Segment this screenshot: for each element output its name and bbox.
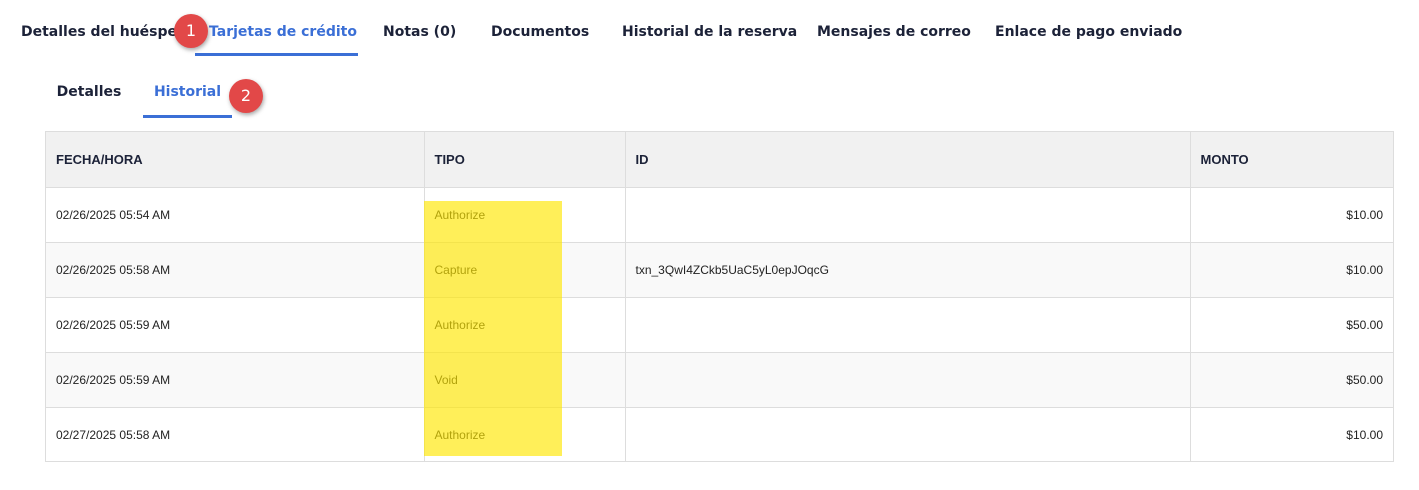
table-row: 02/26/2025 05:59 AM Void $50.00 — [46, 352, 1393, 408]
cell-type: Void — [424, 352, 626, 408]
cell-type: Capture — [424, 242, 626, 298]
tab-label: Tarjetas de crédito — [209, 24, 357, 40]
subtab-details[interactable]: Detalles — [45, 78, 133, 118]
table-row: 02/26/2025 05:59 AM Authorize $50.00 — [46, 297, 1393, 353]
cell-date: 02/26/2025 05:54 AM — [46, 187, 425, 243]
tab-label: Detalles del huésped — [21, 24, 188, 40]
cell-type: Authorize — [424, 407, 626, 461]
tab-notes[interactable]: Notas (0) — [383, 16, 456, 56]
cell-id: txn_3QwI4ZCkb5UaC5yL0epJOqcG — [625, 242, 1191, 298]
tab-label: Enlace de pago enviado — [995, 24, 1183, 40]
tab-documents[interactable]: Documentos — [491, 16, 589, 56]
cell-type: Authorize — [424, 297, 626, 353]
cell-date: 02/26/2025 05:59 AM — [46, 297, 425, 353]
tab-guest-details[interactable]: Detalles del huésped — [21, 16, 187, 56]
cell-amount: $10.00 — [1190, 242, 1393, 298]
column-header-amount[interactable]: MONTO — [1190, 132, 1393, 188]
cell-id — [625, 297, 1191, 353]
cell-date: 02/26/2025 05:58 AM — [46, 242, 425, 298]
column-header-date[interactable]: FECHA/HORA — [46, 132, 425, 188]
tab-label: Historial de la reserva — [622, 24, 798, 40]
step-callout-1: 1 — [174, 14, 208, 48]
table-row: 02/26/2025 05:54 AM Authorize $10.00 — [46, 187, 1393, 243]
active-tab-underline — [195, 53, 358, 56]
step-callout-2: 2 — [229, 79, 263, 113]
transaction-history-table: FECHA/HORA TIPO ID MONTO 02/26/2025 05:5… — [45, 131, 1394, 462]
table-row: 02/26/2025 05:58 AM Capture txn_3QwI4ZCk… — [46, 242, 1393, 298]
cell-date: 02/26/2025 05:59 AM — [46, 352, 425, 408]
tab-label: Documentos — [491, 24, 590, 40]
table-row: 02/27/2025 05:58 AM Authorize $10.00 — [46, 407, 1393, 461]
cell-id — [625, 407, 1191, 461]
cell-amount: $10.00 — [1346, 428, 1383, 442]
cell-date: 02/27/2025 05:58 AM — [46, 407, 425, 461]
subtab-history[interactable]: Historial — [143, 78, 232, 118]
active-subtab-underline — [143, 115, 232, 118]
column-header-type[interactable]: TIPO — [424, 132, 626, 188]
main-tab-bar: Detalles del huésped Tarjetas de crédito… — [0, 0, 1419, 60]
cell-amount: $50.00 — [1190, 297, 1393, 353]
tab-email-messages[interactable]: Mensajes de correo — [817, 16, 971, 56]
table-header-row: FECHA/HORA TIPO ID MONTO — [46, 132, 1393, 188]
cell-type: Authorize — [424, 187, 626, 243]
tab-label: Mensajes de correo — [817, 24, 971, 40]
cell-amount: $50.00 — [1190, 352, 1393, 408]
cell-id — [625, 187, 1191, 243]
subtab-label: Detalles — [56, 84, 122, 100]
tab-label: Notas (0) — [383, 24, 457, 40]
cell-id — [625, 352, 1191, 408]
subtab-label: Historial — [153, 84, 222, 100]
tab-credit-cards[interactable]: Tarjetas de crédito — [195, 16, 358, 56]
cell-amount: $10.00 — [1190, 187, 1393, 243]
tab-payment-link-sent[interactable]: Enlace de pago enviado — [995, 16, 1182, 56]
tab-booking-history[interactable]: Historial de la reserva — [622, 16, 797, 56]
column-header-id[interactable]: ID — [625, 132, 1191, 188]
